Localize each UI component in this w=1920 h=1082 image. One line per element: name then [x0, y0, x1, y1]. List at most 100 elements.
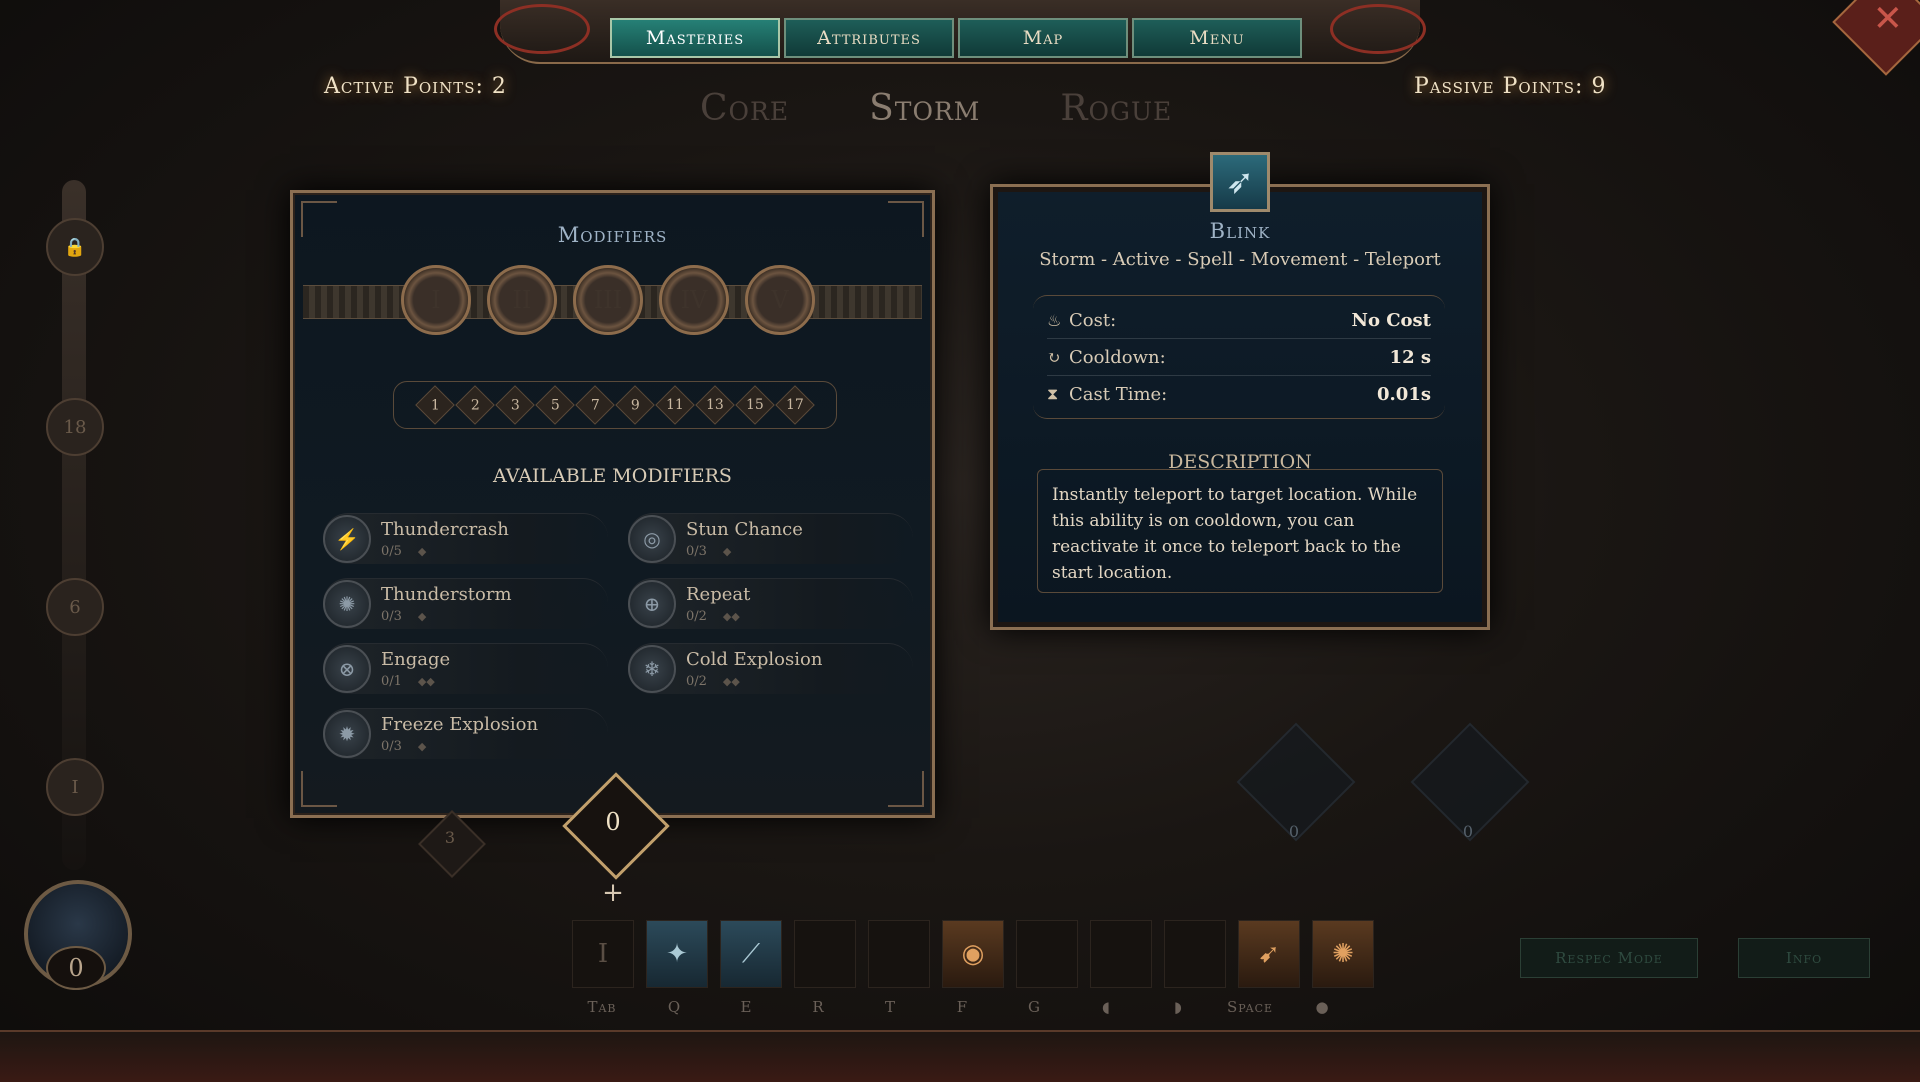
dash-icon: ➹: [1258, 939, 1280, 969]
ability-hotbar: Ⅰ ✦ ⟋ ◉ ➹ ✺: [572, 920, 1374, 988]
engage-icon: ⊗: [323, 645, 371, 693]
tab-masteries[interactable]: Masteries: [610, 18, 780, 58]
node-points: 0: [1288, 822, 1300, 841]
level-marker: 15: [735, 385, 775, 425]
level-marker: 2: [455, 385, 495, 425]
modifier-thunderstorm[interactable]: ✺ Thunderstorm 0/3 ◆: [323, 578, 608, 629]
skill-tags: Storm - Active - Spell - Movement - Tele…: [1039, 249, 1441, 270]
level-marker: 5: [535, 385, 575, 425]
modifier-progress: 0/3: [686, 544, 707, 559]
modifier-name: Cold Explosion: [686, 649, 823, 670]
hotbar-slot-e[interactable]: ⟋: [720, 920, 782, 988]
tier-button[interactable]: I: [401, 265, 471, 335]
respec-mode-button[interactable]: Respec Mode: [1520, 938, 1698, 978]
add-point-button[interactable]: +: [598, 878, 628, 908]
hotkey-label: F: [956, 998, 968, 1016]
level-node[interactable]: 6: [46, 578, 104, 636]
stat-value: 0.01s: [1377, 383, 1431, 405]
hotbar-slot-tab[interactable]: Ⅰ: [572, 920, 634, 988]
hotbar-slot-mouse-left[interactable]: [1090, 920, 1152, 988]
hotbar-slot-t[interactable]: [868, 920, 930, 988]
skill-stats: ♨ Cost: No Cost ↻ Cooldown: 12 s ⧗ Cast …: [1033, 295, 1445, 419]
tier-button[interactable]: IV: [659, 265, 729, 335]
hotbar-slot-mouse-right[interactable]: [1164, 920, 1226, 988]
stat-row: ⧗ Cast Time: 0.01s: [1047, 376, 1431, 412]
hotbar-slot-space[interactable]: ➹: [1238, 920, 1300, 988]
storm-icon: ✺: [323, 580, 371, 628]
hotbar-slot-f[interactable]: ◉: [942, 920, 1004, 988]
close-icon: ✕: [1872, 0, 1903, 40]
available-modifiers-title: AVAILABLE MODIFIERS: [493, 465, 732, 487]
modifier-thundercrash[interactable]: ⚡ Thundercrash 0/5 ◆: [323, 513, 608, 564]
modifier-cold-explosion[interactable]: ❄ Cold Explosion 0/2 ◆◆: [628, 643, 913, 694]
level-requirements: 1 2 3 5 7 9 11 13 15 17: [393, 381, 837, 429]
tab-attributes[interactable]: Attributes: [784, 18, 954, 58]
mastery-tab-core[interactable]: Core: [700, 88, 789, 129]
background: [0, 0, 1920, 1080]
hotkey-labels: Tab Q E R T F G ◖ ◗ Space ●: [572, 998, 1352, 1016]
cooldown-icon: ↻: [1047, 347, 1061, 367]
modifier-progress: 0/3: [381, 739, 402, 754]
hotkey-label: R: [812, 998, 824, 1016]
stat-label: Cost:: [1069, 309, 1117, 331]
tier-button[interactable]: III: [573, 265, 643, 335]
modifier-name: Thunderstorm: [381, 584, 512, 605]
repeat-icon: ⊕: [628, 580, 676, 628]
cost-diamond-icon: ◆: [417, 545, 427, 558]
sunburst-icon: ✺: [1332, 939, 1354, 969]
modifier-repeat[interactable]: ⊕ Repeat 0/2 ◆◆: [628, 578, 913, 629]
cold-explosion-icon: ❄: [628, 645, 676, 693]
cost-diamond-icon: ◆◆: [722, 675, 740, 688]
fire-ring-icon: ◉: [961, 939, 985, 969]
stun-icon: ◎: [628, 515, 676, 563]
skill-detail-panel: Blink Storm - Active - Spell - Movement …: [990, 184, 1490, 630]
level-marker: 1: [415, 385, 455, 425]
corner-ornament: [301, 771, 337, 807]
mastery-tab-icon: Ⅰ: [597, 939, 609, 969]
level-marker: 3: [495, 385, 535, 425]
level-number: 17: [786, 396, 804, 413]
modifier-stun-chance[interactable]: ◎ Stun Chance 0/3 ◆: [628, 513, 913, 564]
info-button[interactable]: Info: [1738, 938, 1870, 978]
level-number: 5: [550, 396, 560, 413]
mastery-tab-rogue[interactable]: Rogue: [1060, 88, 1172, 129]
stat-row: ♨ Cost: No Cost: [1047, 302, 1431, 339]
hotbar-slot-g[interactable]: [1016, 920, 1078, 988]
modifier-progress: 0/2: [686, 609, 707, 624]
level-number: 13: [706, 396, 724, 413]
level-number: 9: [630, 396, 640, 413]
level-number: 1: [430, 396, 440, 413]
corner-ornament: [888, 771, 924, 807]
tier-button[interactable]: II: [487, 265, 557, 335]
mouse-right-icon: ◗: [1174, 998, 1182, 1016]
hotbar-slot-r[interactable]: [794, 920, 856, 988]
modifiers-panel: Modifiers I II III IV V 1 2 3 5 7 9 11 1…: [290, 190, 935, 818]
tab-menu[interactable]: Menu: [1132, 18, 1302, 58]
hotkey-label: G: [1028, 998, 1040, 1016]
modifier-engage[interactable]: ⊗ Engage 0/1 ◆◆: [323, 643, 608, 694]
blink-teleport-icon: ➶: [1210, 152, 1270, 212]
level-node[interactable]: I: [46, 758, 104, 816]
modifier-progress: 0/5: [381, 544, 402, 559]
stat-value: No Cost: [1351, 309, 1431, 331]
mouse-left-icon: ◖: [1102, 998, 1110, 1016]
level-number: 11: [666, 396, 684, 413]
tier-button[interactable]: V: [745, 265, 815, 335]
skill-name: Blink: [1209, 219, 1271, 243]
hotbar-slot-extra[interactable]: ✺: [1312, 920, 1374, 988]
mastery-tab-storm[interactable]: Storm: [869, 88, 980, 129]
ornament-left: [494, 4, 590, 54]
hotbar-slot-q[interactable]: ✦: [646, 920, 708, 988]
stat-value: 12 s: [1389, 346, 1431, 368]
hotkey-label: Space: [1226, 998, 1274, 1016]
skill-description: Instantly teleport to target location. W…: [1037, 469, 1443, 593]
ornament-right: [1330, 4, 1426, 54]
stat-row: ↻ Cooldown: 12 s: [1047, 339, 1431, 376]
claw-spell-icon: ⟋: [741, 938, 761, 969]
level-node[interactable]: 18: [46, 398, 104, 456]
modifier-name: Thundercrash: [381, 519, 509, 540]
modifier-name: Freeze Explosion: [381, 714, 539, 735]
modifier-freeze-explosion[interactable]: ✹ Freeze Explosion 0/3 ◆: [323, 708, 608, 759]
skill-points-value: 0: [605, 808, 621, 836]
tab-map[interactable]: Map: [958, 18, 1128, 58]
